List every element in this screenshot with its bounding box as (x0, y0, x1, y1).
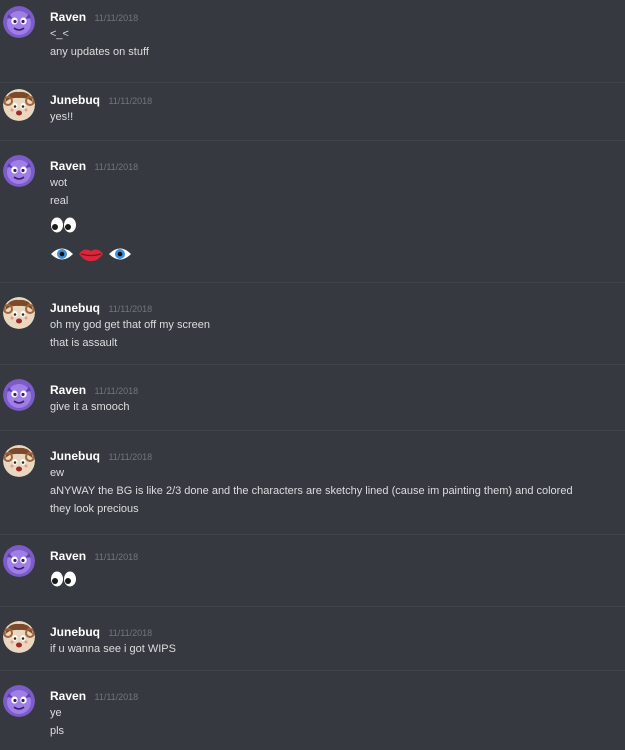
eye-emoji-icon[interactable] (50, 245, 74, 263)
eyes-emoji-icon[interactable] (50, 571, 78, 587)
message-group: Raven 11/11/2018 <_< any updates on stuf… (0, 0, 625, 70)
eyes-emoji-icon[interactable] (50, 217, 78, 233)
author-name[interactable]: Junebuq (50, 625, 100, 639)
author-name[interactable]: Junebuq (50, 449, 100, 463)
message-text: pls (50, 725, 65, 737)
ram-girl-avatar-icon[interactable] (3, 445, 35, 477)
author-name[interactable]: Raven (50, 159, 86, 173)
message-group: Junebuq 11/11/2018 if u wanna see i got … (0, 606, 625, 670)
message-timestamp: 11/11/2018 (108, 628, 153, 638)
message-timestamp: 11/11/2018 (94, 386, 139, 396)
message-group: Raven 11/11/2018 ye pls (0, 670, 625, 750)
message-group: Raven 11/11/2018 (0, 534, 625, 606)
purple-creature-avatar-icon[interactable] (3, 545, 35, 577)
ram-girl-avatar-icon[interactable] (3, 89, 35, 121)
ram-girl-avatar-icon[interactable] (3, 621, 35, 653)
author-name[interactable]: Raven (50, 549, 86, 563)
author-name[interactable]: Raven (50, 10, 86, 24)
message-text: real (50, 195, 69, 207)
message-group: Raven 11/11/2018 wot real (0, 140, 625, 282)
message-text: that is assault (50, 337, 118, 349)
message-timestamp: 11/11/2018 (108, 452, 153, 462)
ram-girl-avatar-icon[interactable] (3, 297, 35, 329)
message-text: if u wanna see i got WIPS (50, 643, 176, 655)
emoji-row (50, 215, 82, 235)
eye-emoji-icon[interactable] (108, 245, 132, 263)
purple-creature-avatar-icon[interactable] (3, 685, 35, 717)
message-text: wot (50, 177, 68, 189)
message-text: ew (50, 467, 65, 479)
chat-log: Raven 11/11/2018 <_< any updates on stuf… (0, 0, 625, 750)
message-group: Junebuq 11/11/2018 yes!! (0, 82, 625, 140)
purple-creature-avatar-icon[interactable] (3, 6, 35, 38)
lips-emoji-icon[interactable] (78, 245, 104, 263)
purple-creature-avatar-icon[interactable] (3, 155, 35, 187)
message-text: yes!! (50, 111, 74, 123)
message-timestamp: 11/11/2018 (94, 162, 139, 172)
message-text: aNYWAY the BG is like 2/3 done and the c… (50, 485, 573, 497)
message-text: give it a smooch (50, 401, 130, 413)
message-text: oh my god get that off my screen (50, 319, 210, 331)
message-timestamp: 11/11/2018 (94, 552, 139, 562)
author-name[interactable]: Junebuq (50, 301, 100, 315)
message-timestamp: 11/11/2018 (108, 96, 153, 106)
author-name[interactable]: Raven (50, 689, 86, 703)
message-group: Junebuq 11/11/2018 ew aNYWAY the BG is l… (0, 430, 625, 534)
message-text: any updates on stuff (50, 46, 149, 58)
emoji-row (50, 569, 82, 589)
message-text: they look precious (50, 503, 139, 515)
purple-creature-avatar-icon[interactable] (3, 379, 35, 411)
message-group: Raven 11/11/2018 give it a smooch (0, 364, 625, 430)
message-text: ye (50, 707, 62, 719)
author-name[interactable]: Junebuq (50, 93, 100, 107)
message-timestamp: 11/11/2018 (94, 13, 139, 23)
author-name[interactable]: Raven (50, 383, 86, 397)
message-timestamp: 11/11/2018 (94, 692, 139, 702)
message-timestamp: 11/11/2018 (108, 304, 153, 314)
message-text: <_< (50, 28, 69, 40)
message-group: Junebuq 11/11/2018 oh my god get that of… (0, 282, 625, 364)
emoji-row (50, 244, 136, 264)
